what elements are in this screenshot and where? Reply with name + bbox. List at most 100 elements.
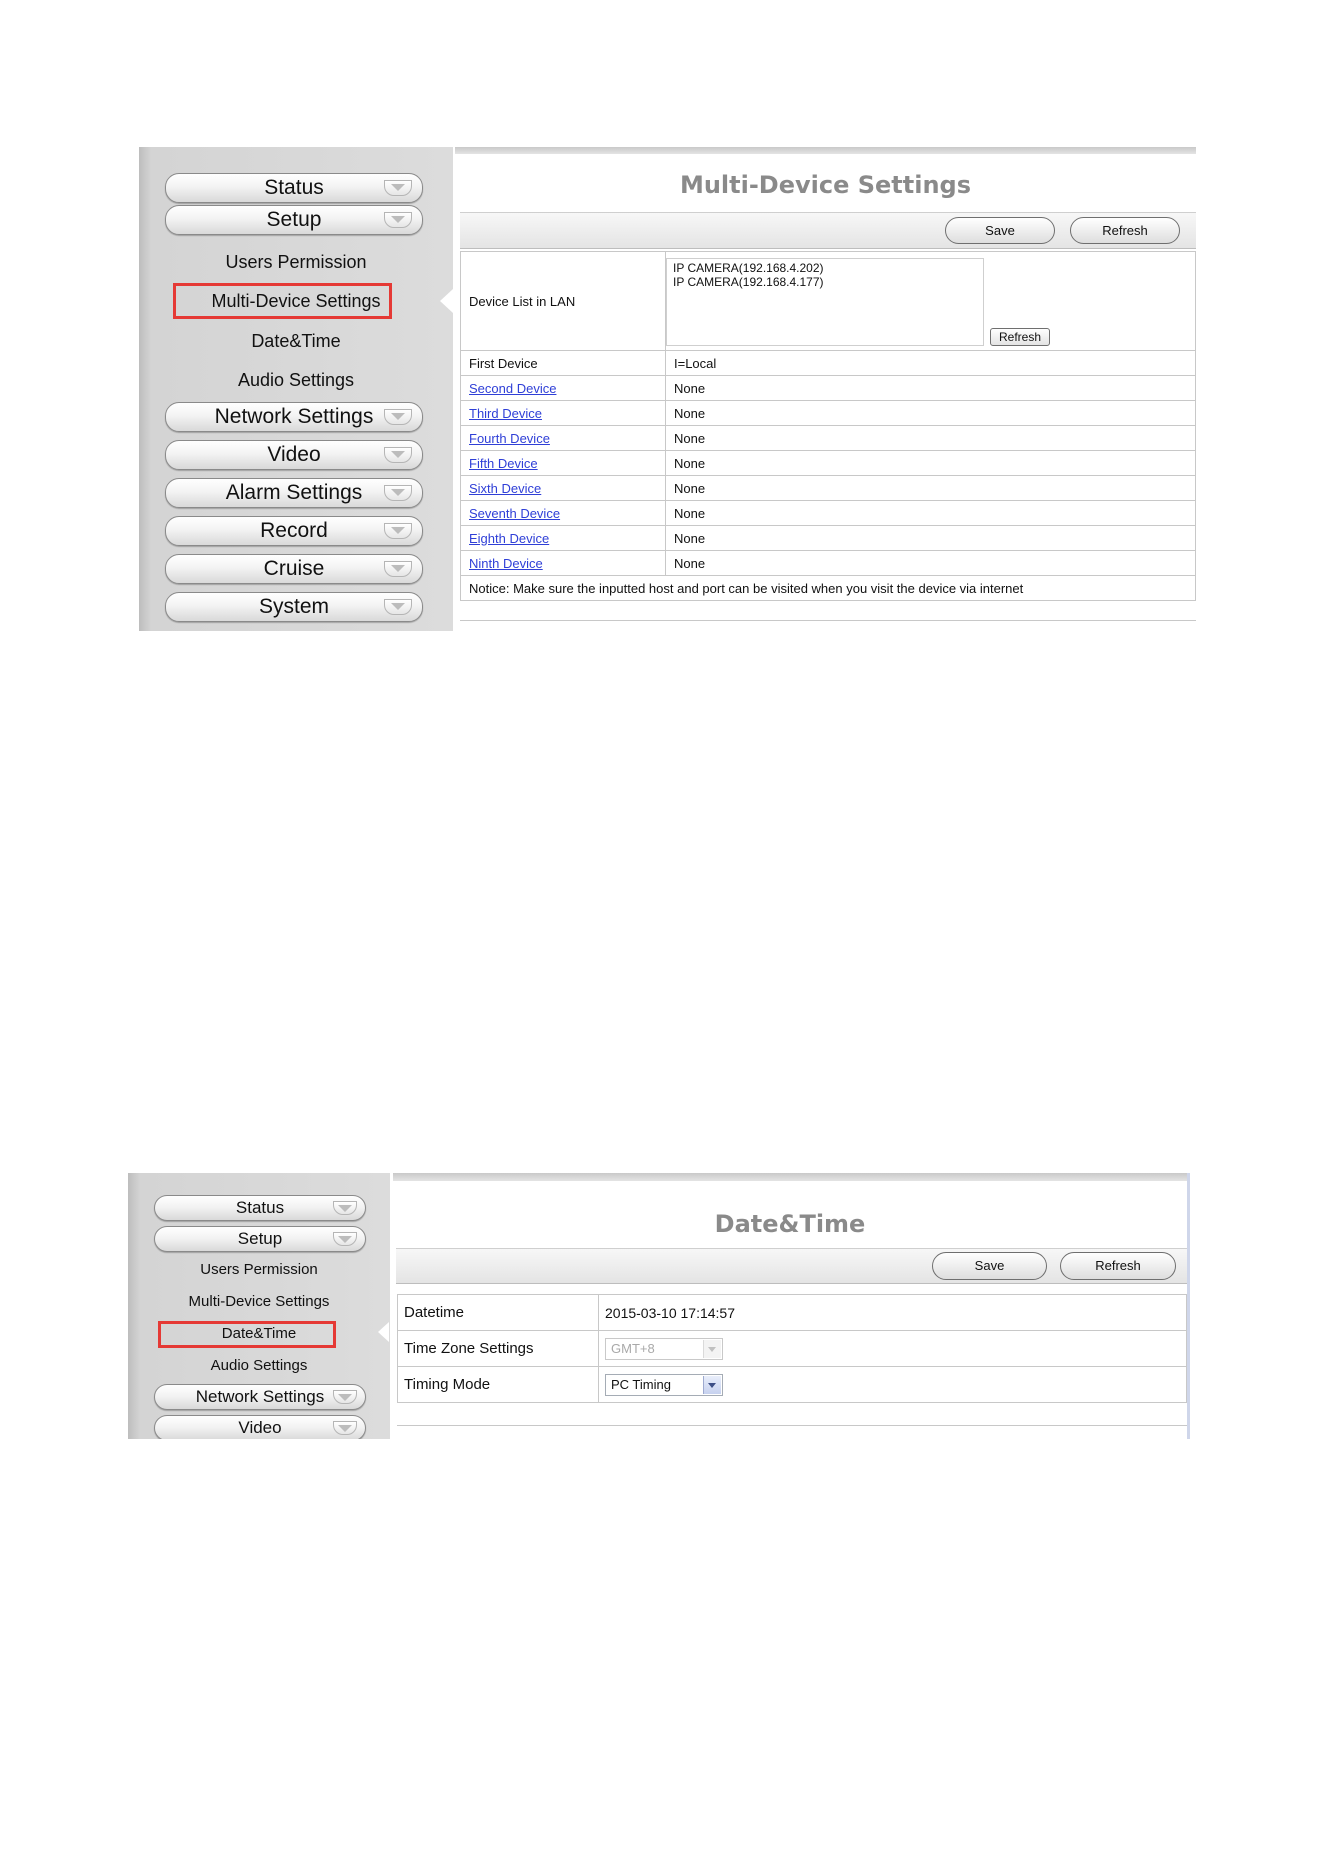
chevron-down-icon: [384, 409, 412, 425]
nav-status[interactable]: Status: [165, 173, 423, 203]
save-button[interactable]: Save: [945, 217, 1055, 244]
lan-label: Device List in LAN: [460, 251, 666, 351]
nav-network-settings-label: Network Settings: [195, 1387, 325, 1406]
timing-mode-label: Timing Mode: [397, 1366, 599, 1403]
table-row: Fifth Device None: [460, 450, 1196, 476]
nav-multi-device-settings[interactable]: Multi-Device Settings: [139, 291, 453, 312]
nav-multi-device-settings[interactable]: Multi-Device Settings: [128, 1293, 390, 1310]
device-value: None: [665, 450, 1196, 476]
eighth-device-link[interactable]: Eighth Device: [469, 531, 549, 546]
nav-cruise-label: Cruise: [263, 557, 325, 580]
chevron-down-icon: [333, 1232, 357, 1246]
third-device-link[interactable]: Third Device: [469, 406, 542, 421]
device-value: I=Local: [665, 350, 1196, 376]
chevron-down-icon: [333, 1201, 357, 1215]
sidebar: Status Setup Users Permission Multi-Devi…: [128, 1173, 390, 1439]
toolbar: Save Refresh: [396, 1248, 1187, 1284]
notice-text: Notice: Make sure the inputted host and …: [460, 575, 1196, 601]
lan-device-item[interactable]: IP CAMERA(192.168.4.202): [673, 261, 977, 275]
nav-network-settings-label: Network Settings: [214, 405, 374, 428]
nav-network-settings[interactable]: Network Settings: [165, 402, 423, 432]
nav-users-permission[interactable]: Users Permission: [139, 252, 453, 273]
chevron-down-icon: [384, 561, 412, 577]
chevron-down-icon: [384, 485, 412, 501]
save-button[interactable]: Save: [932, 1252, 1047, 1280]
chevron-down-icon: [703, 1339, 721, 1358]
timing-mode-cell: PC Timing: [598, 1366, 1187, 1403]
main-panel: Date&Time Save Refresh Datetime 2015-03-…: [393, 1173, 1190, 1439]
active-pointer-icon: [378, 1322, 389, 1342]
notice-row: Notice: Make sure the inputted host and …: [460, 575, 1196, 601]
nav-alarm-settings[interactable]: Alarm Settings: [165, 478, 423, 508]
second-device-link[interactable]: Second Device: [469, 381, 556, 396]
ninth-device-link[interactable]: Ninth Device: [469, 556, 543, 571]
nav-alarm-settings-label: Alarm Settings: [225, 481, 363, 504]
nav-system-label: System: [258, 595, 329, 618]
device-value: None: [665, 475, 1196, 501]
timing-mode-select-value: PC Timing: [611, 1376, 671, 1392]
lan-device-item[interactable]: IP CAMERA(192.168.4.177): [673, 275, 977, 289]
device-value: None: [665, 425, 1196, 451]
main-panel: Multi-Device Settings Save Refresh Devic…: [455, 147, 1196, 631]
refresh-button[interactable]: Refresh: [1060, 1252, 1176, 1280]
top-bar: [393, 1173, 1187, 1181]
timing-mode-select[interactable]: PC Timing: [605, 1373, 723, 1396]
table-row: Eighth Device None: [460, 525, 1196, 551]
divider: [460, 620, 1196, 621]
nav-audio-settings[interactable]: Audio Settings: [139, 370, 453, 391]
nav-video-label: Video: [238, 1418, 282, 1437]
page-title: Date&Time: [714, 1210, 866, 1238]
date-time-screenshot: Status Setup Users Permission Multi-Devi…: [128, 1173, 1190, 1439]
table-row: Datetime 2015-03-10 17:14:57: [397, 1294, 1187, 1331]
nav-video[interactable]: Video: [165, 440, 423, 470]
nav-video[interactable]: Video: [154, 1415, 366, 1439]
chevron-down-icon: [703, 1375, 721, 1394]
nav-system[interactable]: System: [165, 592, 423, 622]
table-row: First Device I=Local: [460, 350, 1196, 376]
nav-setup[interactable]: Setup: [154, 1226, 366, 1252]
refresh-button[interactable]: Refresh: [1070, 217, 1180, 244]
table-row: Timing Mode PC Timing: [397, 1366, 1187, 1403]
lan-refresh-button[interactable]: Refresh: [990, 328, 1051, 346]
chevron-down-icon: [384, 599, 412, 615]
device-table: Device List in LAN IP CAMERA(192.168.4.2…: [460, 251, 1196, 601]
nav-date-time[interactable]: Date&Time: [128, 1325, 390, 1342]
chevron-down-icon: [384, 212, 412, 228]
fifth-device-link[interactable]: Fifth Device: [469, 456, 538, 471]
lan-cell: IP CAMERA(192.168.4.202) IP CAMERA(192.1…: [665, 251, 1196, 351]
nav-setup[interactable]: Setup: [165, 205, 423, 235]
nav-record-label: Record: [260, 519, 328, 542]
timezone-label: Time Zone Settings: [397, 1330, 599, 1367]
seventh-device-link[interactable]: Seventh Device: [469, 506, 560, 521]
lan-device-listbox[interactable]: IP CAMERA(192.168.4.202) IP CAMERA(192.1…: [666, 258, 984, 346]
sixth-device-link[interactable]: Sixth Device: [469, 481, 541, 496]
nav-status[interactable]: Status: [154, 1195, 366, 1221]
nav-users-permission[interactable]: Users Permission: [128, 1261, 390, 1278]
table-row: Third Device None: [460, 400, 1196, 426]
lan-row: Device List in LAN IP CAMERA(192.168.4.2…: [460, 251, 1196, 351]
nav-cruise[interactable]: Cruise: [165, 554, 423, 584]
nav-audio-settings[interactable]: Audio Settings: [128, 1357, 390, 1374]
table-row: Ninth Device None: [460, 550, 1196, 576]
nav-setup-label: Setup: [237, 1229, 283, 1248]
nav-status-label: Status: [235, 1198, 285, 1217]
timezone-select-value: GMT+8: [611, 1340, 655, 1356]
timezone-cell: GMT+8: [598, 1330, 1187, 1367]
nav-record[interactable]: Record: [165, 516, 423, 546]
chevron-down-icon: [384, 447, 412, 463]
datetime-label: Datetime: [397, 1294, 599, 1331]
nav-status-label: Status: [264, 176, 324, 199]
chevron-down-icon: [384, 523, 412, 539]
nav-network-settings[interactable]: Network Settings: [154, 1384, 366, 1410]
table-row: Fourth Device None: [460, 425, 1196, 451]
active-pointer-icon: [440, 289, 453, 313]
fourth-device-link[interactable]: Fourth Device: [469, 431, 550, 446]
sidebar: Status Setup Users Permission Multi-Devi…: [139, 147, 453, 631]
table-row: Seventh Device None: [460, 500, 1196, 526]
table-row: Sixth Device None: [460, 475, 1196, 501]
page-title: Multi-Device Settings: [679, 171, 972, 199]
multi-device-screenshot: Status Setup Users Permission Multi-Devi…: [139, 147, 1196, 631]
nav-date-time[interactable]: Date&Time: [139, 331, 453, 352]
timezone-select[interactable]: GMT+8: [605, 1337, 723, 1360]
device-value: None: [665, 400, 1196, 426]
